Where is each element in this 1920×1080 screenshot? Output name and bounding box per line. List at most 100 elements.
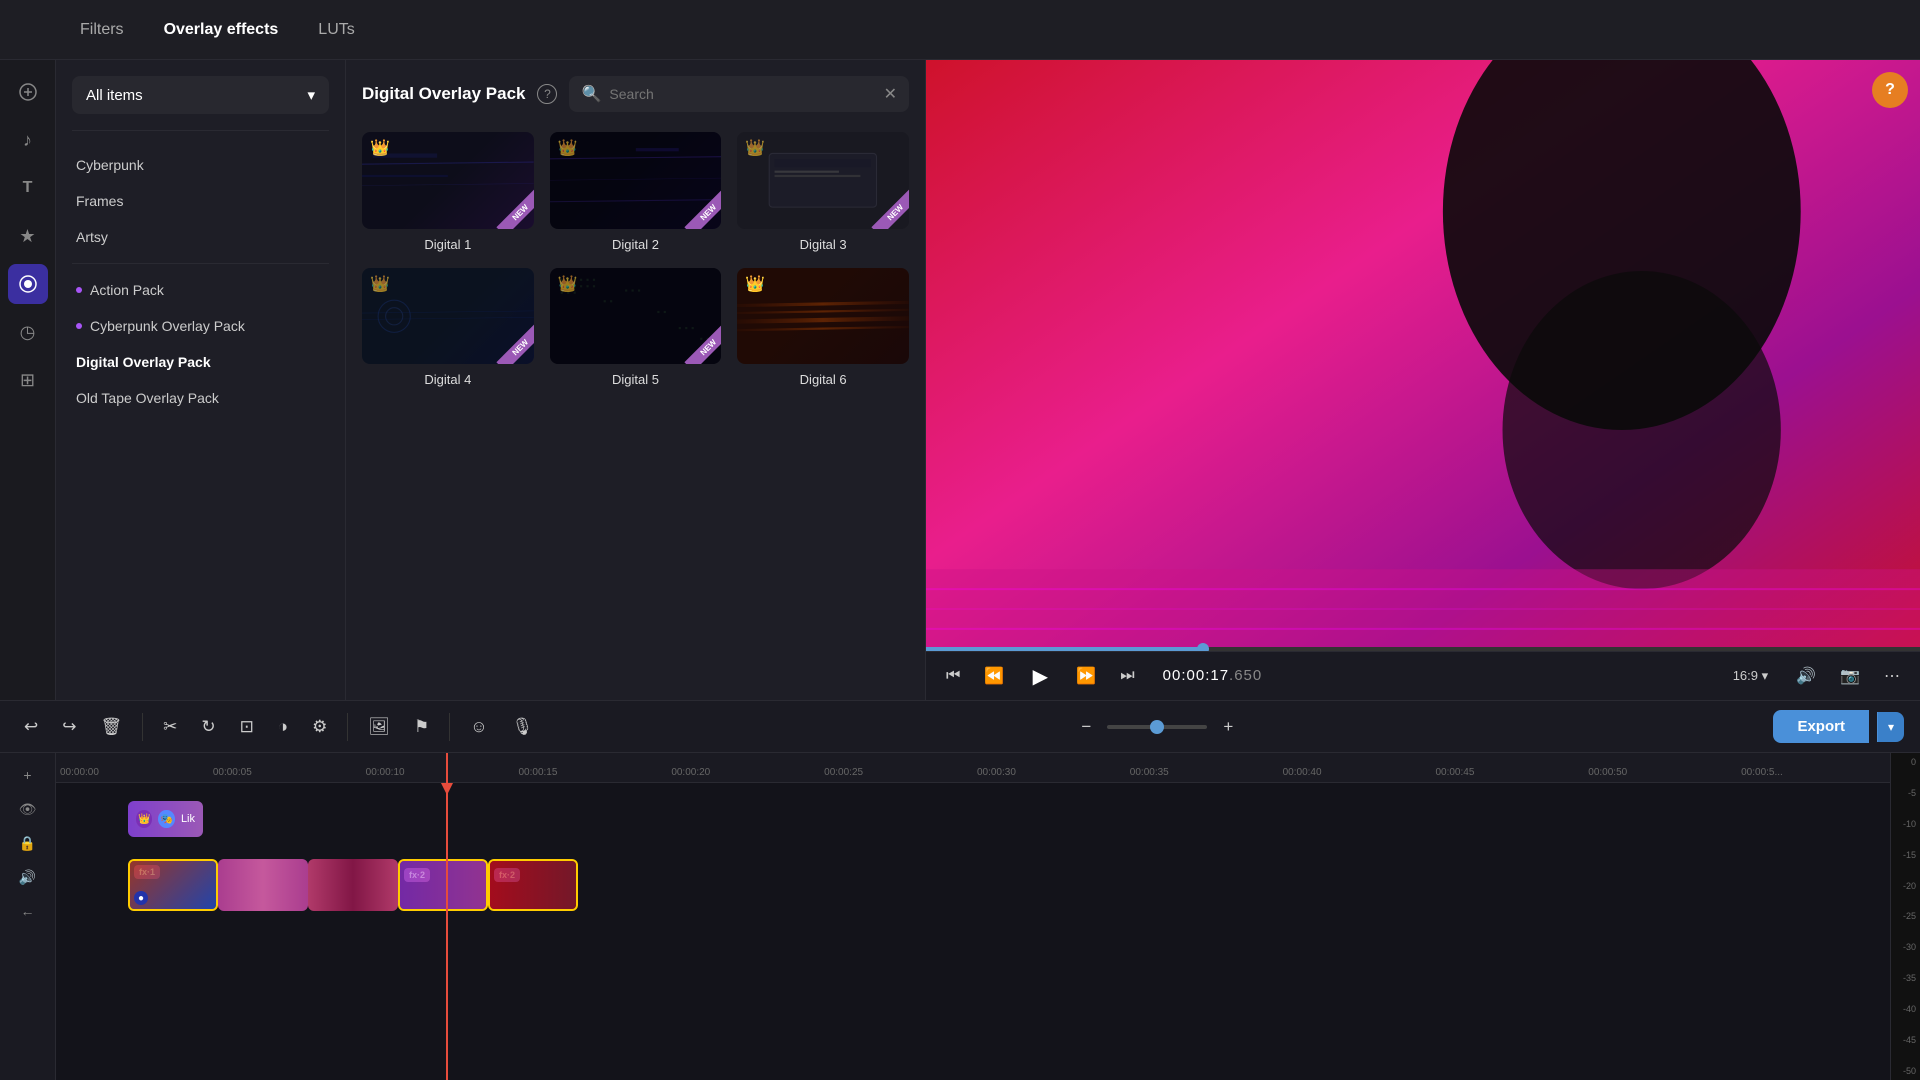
track-lock-button[interactable]: 🔒 — [14, 829, 42, 857]
overlay-icon: 👑 — [136, 810, 152, 828]
progress-bar[interactable] — [926, 647, 1920, 651]
video-clip-2[interactable] — [218, 859, 308, 911]
dropdown-label: All items — [86, 87, 143, 104]
help-icon[interactable]: ? — [537, 84, 557, 104]
export-button[interactable]: Export — [1773, 710, 1869, 743]
overlay-track-row: 👑 🎭 Lik — [56, 789, 1890, 849]
zoom-slider[interactable] — [1107, 725, 1207, 729]
search-input[interactable] — [609, 86, 875, 102]
tab-filters[interactable]: Filters — [60, 13, 144, 47]
ruler-mark: 00:00:05 — [209, 767, 362, 778]
play-button[interactable]: ▶ — [1024, 660, 1056, 692]
sidebar-text-button[interactable]: T — [8, 168, 48, 208]
list-item-frames[interactable]: Frames — [56, 183, 345, 219]
grid-label: Digital 5 — [612, 372, 659, 387]
track-arrow-button[interactable]: ← — [14, 897, 42, 925]
sidebar-sticker-button[interactable]: ★ — [8, 216, 48, 256]
list-item-action-pack[interactable]: Action Pack — [56, 272, 345, 308]
track-visibility-button[interactable]: 👁 — [14, 795, 42, 823]
redo-button[interactable]: ↪ — [54, 711, 84, 743]
zoom-out-button[interactable]: − — [1073, 711, 1099, 743]
ruler-mark: 00:00:5... — [1737, 767, 1890, 778]
zoom-in-button[interactable]: + — [1215, 711, 1241, 743]
delete-button[interactable]: 🗑 — [93, 711, 131, 743]
mic-button[interactable]: 🎙 — [504, 711, 542, 743]
flag-button[interactable]: ⚑ — [406, 711, 437, 743]
export-dropdown-button[interactable]: ▾ — [1877, 712, 1904, 742]
undo-button[interactable]: ↩ — [16, 711, 46, 743]
ruler-mark: 00:00:10 — [362, 767, 515, 778]
playhead[interactable] — [446, 753, 448, 1080]
all-items-dropdown[interactable]: All items ▾ — [72, 76, 329, 114]
video-clip-1[interactable]: fx·1 ● — [128, 859, 218, 911]
effects-grid: 👑 NEW Digital 1 👑 — [346, 124, 925, 403]
overlay-clip[interactable]: 👑 🎭 Lik — [128, 801, 203, 837]
sidebar-music-button[interactable]: ♪ — [8, 120, 48, 160]
adjust-button[interactable]: ⚙ — [304, 711, 335, 743]
ruler-mark: 00:00:35 — [1126, 767, 1279, 778]
grid-item-digital2[interactable]: 👑 NEW Digital 2 — [550, 132, 722, 252]
face-button[interactable]: ☺ — [462, 711, 495, 743]
help-button[interactable]: ? — [1872, 72, 1908, 108]
toolbar-separator — [347, 713, 348, 741]
panel-divider — [72, 130, 329, 131]
grid-item-digital1[interactable]: 👑 NEW Digital 1 — [362, 132, 534, 252]
list-label: Action Pack — [90, 282, 164, 298]
new-badge: NEW — [661, 304, 721, 364]
list-label: Old Tape Overlay Pack — [76, 390, 219, 406]
sidebar-transition-button[interactable]: ◷ — [8, 312, 48, 352]
timecode-ms: .650 — [1229, 667, 1262, 684]
more-options-button[interactable]: ⋯ — [1880, 662, 1904, 690]
volume-button[interactable]: 🔊 — [1792, 662, 1820, 690]
video-clip-4[interactable]: fx·2 — [398, 859, 488, 911]
search-icon: 🔍 — [581, 84, 601, 104]
screenshot-button[interactable]: 📷 — [1836, 662, 1864, 690]
clear-icon[interactable]: ✕ — [884, 84, 897, 104]
track-audio-button[interactable]: 🔊 — [14, 863, 42, 891]
vol-label-30: -30 — [1895, 942, 1916, 952]
preview-background — [926, 60, 1920, 651]
color-button[interactable]: ◑ — [270, 711, 296, 743]
vol-label-45: -45 — [1895, 1035, 1916, 1045]
skip-to-start-button[interactable]: ⏮ — [942, 663, 964, 689]
step-back-button[interactable]: ⏪ — [980, 662, 1008, 690]
list-item-digital-overlay[interactable]: Digital Overlay Pack — [56, 344, 345, 380]
grid-label: Digital 2 — [612, 237, 659, 252]
list-item-cyberpunk-overlay[interactable]: Cyberpunk Overlay Pack — [56, 308, 345, 344]
thumb-digital3: 👑 NEW — [737, 132, 909, 229]
sidebar-effects-button[interactable] — [8, 264, 48, 304]
search-box: 🔍 ✕ — [569, 76, 909, 112]
image-button[interactable]: 🖼 — [360, 711, 398, 743]
new-badge: NEW — [661, 169, 721, 229]
step-forward-button[interactable]: ⏩ — [1072, 662, 1100, 690]
grid-item-digital6[interactable]: 👑 — [737, 268, 909, 388]
content-panel: Digital Overlay Pack ? 🔍 ✕ 👑 — [346, 60, 926, 700]
video-clip-3[interactable] — [308, 859, 398, 911]
tab-overlay-effects[interactable]: Overlay effects — [144, 13, 299, 47]
tab-luts[interactable]: LUTs — [298, 13, 374, 47]
list-item-old-tape[interactable]: Old Tape Overlay Pack — [56, 380, 345, 416]
cut-button[interactable]: ✂ — [155, 711, 185, 743]
clip-thumbnail — [218, 859, 308, 911]
dot-icon — [76, 287, 82, 293]
aspect-ratio-label: 16:9 — [1733, 668, 1758, 683]
list-item-artsy[interactable]: Artsy — [56, 219, 345, 255]
grid-item-digital5[interactable]: 👑 — [550, 268, 722, 388]
add-track-button[interactable]: + — [14, 761, 42, 789]
sidebar-add-button[interactable] — [8, 72, 48, 112]
skip-to-end-button[interactable]: ⏭ — [1116, 663, 1138, 689]
clip-thumbnail — [400, 861, 486, 909]
rotate-button[interactable]: ↻ — [193, 711, 223, 743]
ruler-mark: 00:00:20 — [667, 767, 820, 778]
grid-item-digital3[interactable]: 👑 NEW Digital 3 — [737, 132, 909, 252]
thumb-digital4: 👑 NEW — [362, 268, 534, 365]
list-item-cyberpunk[interactable]: Cyberpunk — [56, 147, 345, 183]
sidebar-template-button[interactable]: ⊞ — [8, 360, 48, 400]
video-clip-5[interactable]: fx·2 — [488, 859, 578, 911]
ruler-mark: 00:00:40 — [1279, 767, 1432, 778]
crop-button[interactable]: ⊡ — [232, 711, 262, 743]
aspect-ratio-button[interactable]: 16:9 ▾ — [1725, 664, 1776, 688]
overlay-type-icon: 🎭 — [158, 810, 174, 828]
grid-item-digital4[interactable]: 👑 NEW Digital 4 — [362, 268, 534, 388]
grid-label: Digital 1 — [424, 237, 471, 252]
